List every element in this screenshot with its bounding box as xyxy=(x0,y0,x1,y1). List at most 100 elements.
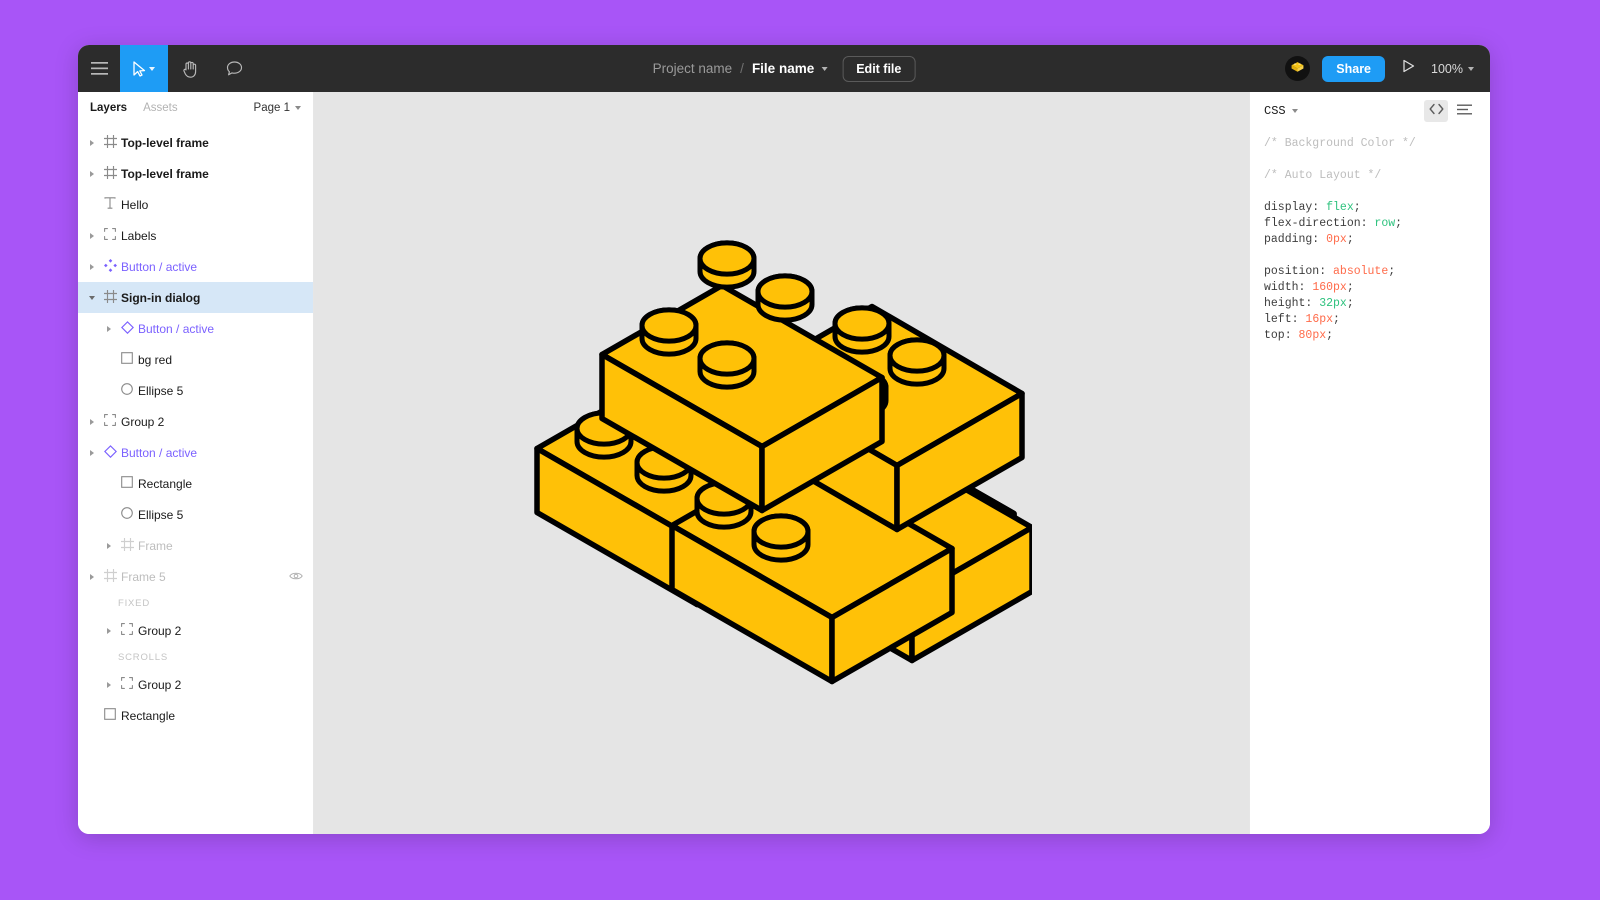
project-name[interactable]: Project name xyxy=(653,61,733,76)
layer-row-rectangle-a[interactable]: Rectangle xyxy=(78,468,313,499)
share-button[interactable]: Share xyxy=(1322,55,1386,82)
disclosure-triangle-icon[interactable] xyxy=(101,325,116,332)
layer-row-group-2-scrolls[interactable]: Group 2 xyxy=(78,669,313,700)
layer-name: Group 2 xyxy=(138,623,182,638)
disclosure-triangle-icon[interactable] xyxy=(101,681,116,688)
edit-file-button[interactable]: Edit file xyxy=(842,55,916,82)
layer-name: Ellipse 5 xyxy=(138,383,184,398)
tab-layers[interactable]: Layers xyxy=(90,102,127,114)
rectangle-icon xyxy=(121,476,133,491)
hamburger-menu-icon xyxy=(90,62,108,75)
layer-row-group-2-fixed[interactable]: Group 2 xyxy=(78,615,313,646)
section-fixed: FIXED xyxy=(118,598,150,609)
inspector-actions xyxy=(1424,100,1476,122)
layer-row-component-button-active-2[interactable]: Button / active xyxy=(78,437,313,468)
disclosure-triangle-icon[interactable] xyxy=(101,542,116,549)
code-view-button[interactable] xyxy=(1424,100,1448,122)
layer-row-frame-nested[interactable]: Frame xyxy=(78,530,313,561)
layer-name: Labels xyxy=(121,228,157,243)
layer-row-text-hello[interactable]: Hello xyxy=(78,189,313,220)
layer-row-group-labels[interactable]: Labels xyxy=(78,220,313,251)
layer-row-group-2-a[interactable]: Group 2 xyxy=(78,406,313,437)
disclosure-triangle-icon[interactable] xyxy=(101,627,116,634)
code-value: 160px xyxy=(1312,281,1347,294)
layer-row-ellipse-5-a[interactable]: Ellipse 5 xyxy=(78,375,313,406)
file-breadcrumb: Project name / File name Edit file xyxy=(653,45,916,92)
disclosure-triangle-icon[interactable] xyxy=(84,139,99,146)
code-property: width: xyxy=(1264,281,1313,294)
code-semicolon: ; xyxy=(1326,329,1334,342)
layer-row-ellipse-5-b[interactable]: Ellipse 5 xyxy=(78,499,313,530)
avatar[interactable] xyxy=(1285,56,1311,81)
chevron-down-icon xyxy=(1468,66,1474,71)
zoom-level-selector[interactable]: 100% xyxy=(1431,62,1474,76)
layer-name: Top-level frame xyxy=(121,135,209,150)
layer-row-component-set-button-active[interactable]: Button / active xyxy=(78,251,313,282)
file-name[interactable]: File name xyxy=(752,61,814,76)
layer-icon-slot xyxy=(99,228,121,243)
toolbar-right-group: Share 100% xyxy=(1285,55,1490,82)
sidebar-tab-bar: Layers Assets Page 1 xyxy=(78,92,313,123)
code-semicolon: ; xyxy=(1346,233,1354,246)
code-value: 16px xyxy=(1305,313,1334,326)
lego-artwork[interactable] xyxy=(532,231,1035,696)
text-icon xyxy=(104,197,116,212)
list-lines-icon xyxy=(1456,102,1472,120)
layer-row-frame-5[interactable]: Frame 5 xyxy=(78,561,313,592)
code-declaration-line: top: 80px; xyxy=(1264,328,1476,344)
code-property: top: xyxy=(1264,329,1299,342)
layer-name: Button / active xyxy=(138,321,215,336)
eye-visibility-icon xyxy=(289,570,303,584)
code-comment-line: /* Auto Layout */ xyxy=(1264,169,1382,182)
chevron-down-icon[interactable] xyxy=(821,66,828,71)
layer-name: Group 2 xyxy=(138,677,182,692)
code-property: position: xyxy=(1264,265,1334,278)
disclosure-triangle-icon[interactable] xyxy=(84,263,99,270)
code-semicolon: ; xyxy=(1333,313,1340,326)
layer-list[interactable]: Top-level frame Top-level frame Hello Label… xyxy=(78,123,313,834)
group-icon xyxy=(104,228,116,243)
disclosure-triangle-icon[interactable] xyxy=(84,449,99,456)
main-menu-button[interactable] xyxy=(78,45,120,92)
frame-icon xyxy=(103,568,117,585)
layer-icon-slot xyxy=(99,197,121,212)
layer-name: Group 2 xyxy=(121,414,165,429)
layer-name: Ellipse 5 xyxy=(138,507,184,522)
tab-assets[interactable]: Assets xyxy=(143,102,178,114)
code-comment-line: /* Background Color */ xyxy=(1264,137,1416,150)
code-declaration-line: height: 32px; xyxy=(1264,296,1476,312)
disclosure-triangle-icon[interactable] xyxy=(84,418,99,425)
layer-name: Rectangle xyxy=(121,708,176,723)
cursor-move-icon xyxy=(133,60,146,77)
code-brackets-icon xyxy=(1429,102,1444,120)
code-semicolon: ; xyxy=(1353,201,1361,214)
layer-row-component-button-active-1[interactable]: Button / active xyxy=(78,313,313,344)
disclosure-triangle-icon[interactable] xyxy=(84,295,99,300)
page-selector[interactable]: Page 1 xyxy=(254,102,301,114)
layer-icon-slot xyxy=(99,444,121,461)
design-canvas[interactable] xyxy=(314,92,1249,834)
layer-row-frame-sign-in-dialog[interactable]: Sign-in dialog xyxy=(78,282,313,313)
disclosure-triangle-icon[interactable] xyxy=(84,170,99,177)
disclosure-triangle-icon[interactable] xyxy=(84,232,99,239)
breadcrumb-separator: / xyxy=(740,61,744,76)
layer-row-top-level-frame-1[interactable]: Top-level frame xyxy=(78,127,313,158)
layer-row-rectangle-b[interactable]: Rectangle xyxy=(78,700,313,731)
layer-row-rectangle-bg-red[interactable]: bg red xyxy=(78,344,313,375)
hand-tool-icon xyxy=(182,60,199,78)
code-value: 0px xyxy=(1326,233,1347,246)
code-language-selector[interactable]: CSS xyxy=(1264,104,1298,118)
present-button[interactable] xyxy=(1397,58,1419,80)
comment-tool-button[interactable] xyxy=(212,45,256,92)
layer-visibility-toggle[interactable] xyxy=(289,570,303,584)
code-property: padding: xyxy=(1264,233,1327,246)
move-tool-button[interactable] xyxy=(120,45,168,92)
list-view-button[interactable] xyxy=(1452,100,1476,122)
layer-row-top-level-frame-2[interactable]: Top-level frame xyxy=(78,158,313,189)
chevron-down-icon xyxy=(149,66,155,71)
hand-tool-button[interactable] xyxy=(168,45,212,92)
disclosure-triangle-icon[interactable] xyxy=(84,573,99,580)
layer-name: Button / active xyxy=(121,259,198,274)
css-code-block[interactable]: /* Background Color */ /* Auto Layout */… xyxy=(1250,130,1490,350)
